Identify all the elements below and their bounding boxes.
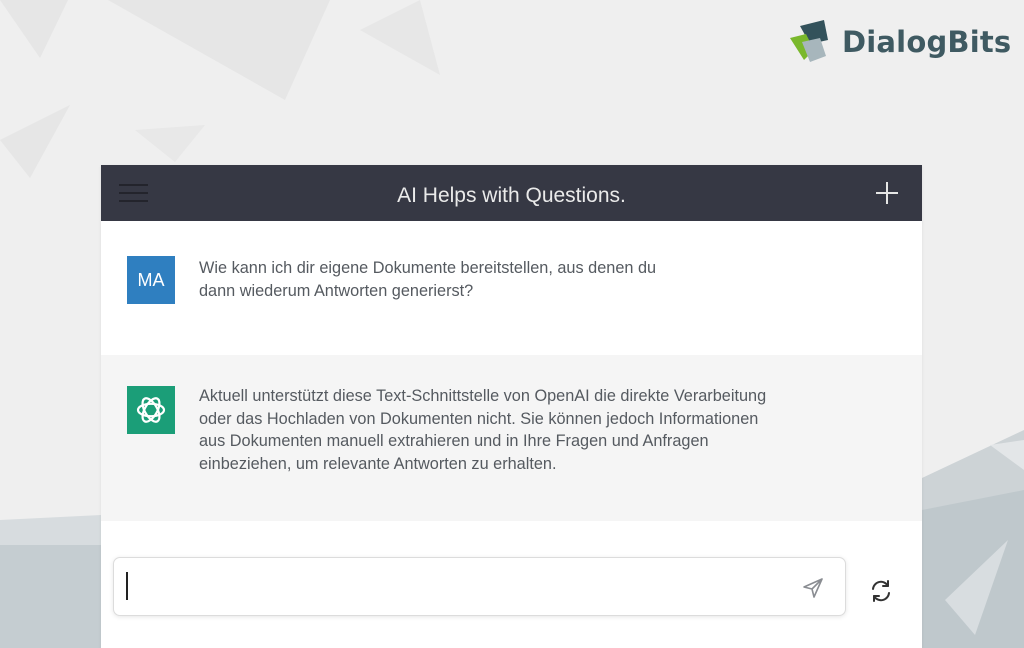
brand-name: DialogBits xyxy=(842,25,1012,59)
chat-header: AI Helps with Questions. xyxy=(101,165,922,221)
message-line: aus Dokumenten manuell extrahieren und i… xyxy=(199,432,709,450)
user-avatar: MA xyxy=(127,256,175,304)
brand-logo: DialogBits xyxy=(786,20,1011,64)
dialogbits-logo-icon xyxy=(790,20,828,62)
message-input[interactable] xyxy=(113,557,846,616)
user-message-text: Wie kann ich dir eigene Dokumente bereit… xyxy=(199,257,739,302)
message-line: dann wiederum Antworten generierst? xyxy=(199,281,474,300)
send-icon[interactable] xyxy=(801,576,825,600)
user-message: MA Wie kann ich dir eigene Dokumente ber… xyxy=(101,221,922,355)
assistant-message: Aktuell unterstützt diese Text-Schnittst… xyxy=(101,355,922,521)
composer xyxy=(101,521,922,648)
chat-window: AI Helps with Questions. MA Wie kann ich… xyxy=(101,165,922,648)
message-line: Aktuell unterstützt diese Text-Schnittst… xyxy=(199,387,767,405)
openai-logo-icon xyxy=(136,397,166,423)
text-cursor xyxy=(126,572,128,600)
message-line: oder das Hochladen von Dokumenten nicht.… xyxy=(199,409,759,428)
message-line: einbeziehen, um relevante Antworten zu e… xyxy=(199,454,557,473)
chat-title: AI Helps with Questions. xyxy=(397,184,626,207)
assistant-avatar xyxy=(127,386,175,434)
plus-icon[interactable] xyxy=(876,182,898,204)
refresh-icon[interactable] xyxy=(868,578,894,604)
message-line: Wie kann ich dir eigene Dokumente bereit… xyxy=(199,259,657,277)
assistant-message-text: Aktuell unterstützt diese Text-Schnittst… xyxy=(199,385,879,475)
